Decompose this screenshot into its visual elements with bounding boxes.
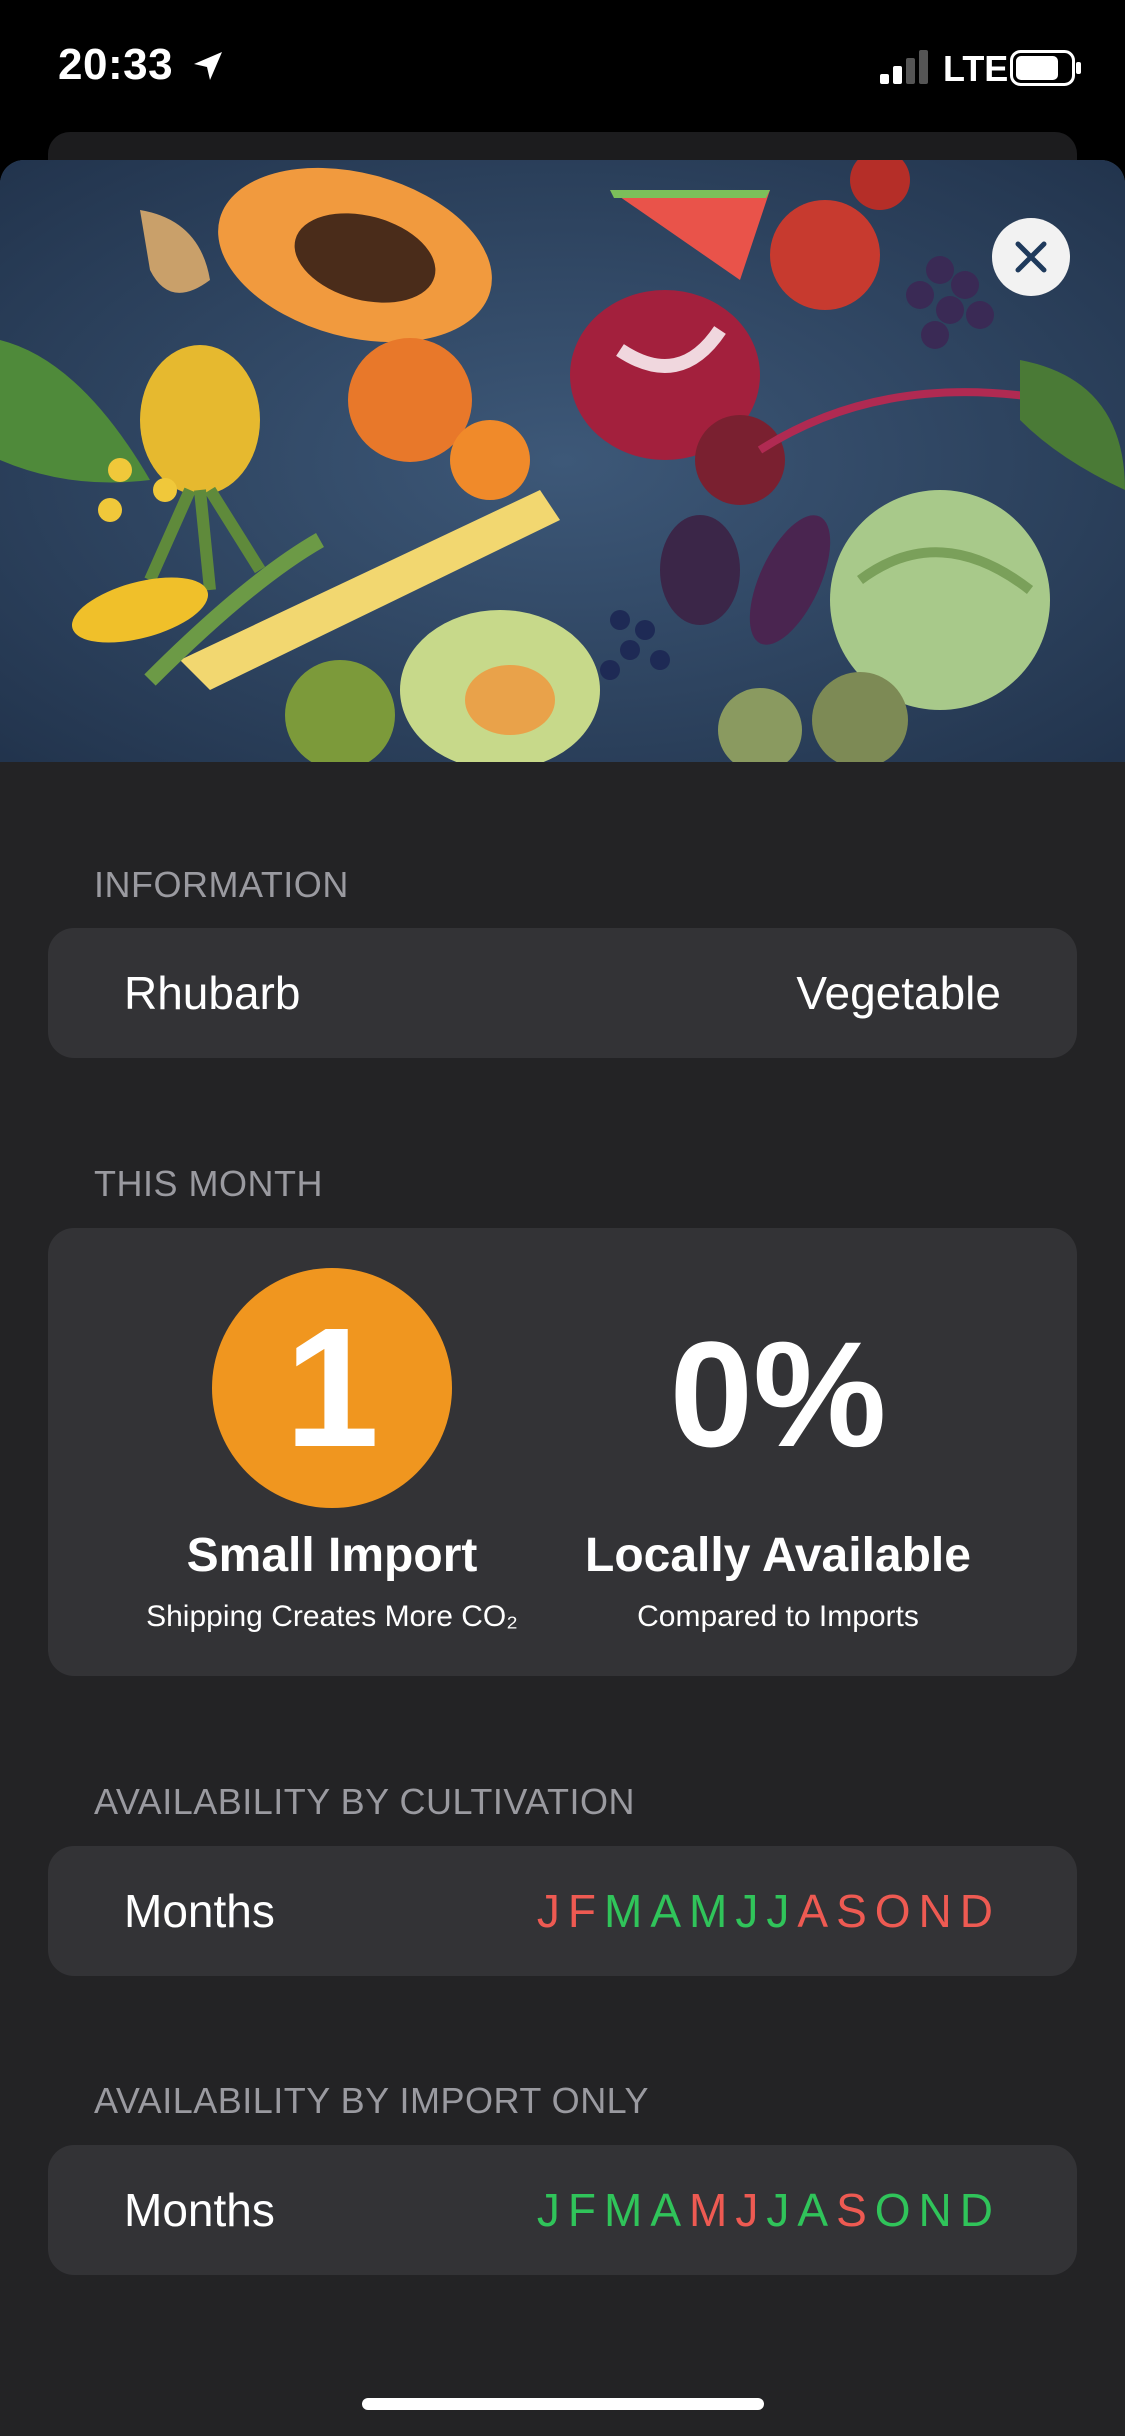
month-letter: F <box>567 2184 605 2236</box>
local-title: Locally Available <box>585 1529 971 1582</box>
import-only-months: JFMAMJJASOND <box>537 2183 1001 2237</box>
local-percent: 0% <box>669 1310 887 1478</box>
cultivation-header: AVAILABILITY BY CULTIVATION <box>94 1781 636 1822</box>
import-subtitle: Shipping Creates More CO₂ <box>146 1600 518 1633</box>
local-subtitle: Compared to Imports <box>637 1600 919 1633</box>
month-letter: O <box>874 1885 919 1937</box>
month-letter: A <box>650 2184 690 2236</box>
import-title: Small Import <box>186 1529 478 1582</box>
month-letter: A <box>797 2184 837 2236</box>
close-button[interactable] <box>992 218 1070 296</box>
cultivation-months: JFMAMJJASOND <box>537 1884 1001 1938</box>
produce-photo <box>0 160 1125 762</box>
month-letter: D <box>959 1885 1001 1937</box>
cultivation-card: Months JFMAMJJASOND <box>48 1846 1077 1976</box>
detail-sheet: INFORMATION Rhubarb Vegetable THIS MONTH… <box>0 160 1125 2436</box>
month-letter: D <box>959 2184 1001 2236</box>
information-header: INFORMATION <box>94 864 349 905</box>
signal-icon <box>880 50 928 84</box>
cultivation-label: Months <box>124 1885 275 1937</box>
this-month-header: THIS MONTH <box>94 1163 323 1204</box>
month-letter: A <box>650 1885 690 1937</box>
import-only-label: Months <box>124 2184 275 2236</box>
month-letter: J <box>766 1885 798 1937</box>
close-icon <box>1015 241 1047 273</box>
import-rating-badge: 1 <box>212 1268 452 1508</box>
month-letter: S <box>836 2184 875 2236</box>
month-letter: J <box>735 2184 767 2236</box>
this-month-card: 1 0% Small Import Shipping Creates More … <box>48 1228 1077 1676</box>
import-only-header: AVAILABILITY BY IMPORT ONLY <box>94 2080 650 2121</box>
produce-name: Rhubarb <box>124 967 301 1019</box>
month-letter: S <box>836 1885 875 1937</box>
month-letter: M <box>604 1885 651 1937</box>
produce-category: Vegetable <box>796 967 1001 1019</box>
month-letter: F <box>567 1885 605 1937</box>
month-letter: J <box>766 2184 798 2236</box>
home-indicator[interactable] <box>362 2398 764 2410</box>
battery-icon <box>1010 50 1081 86</box>
month-letter: N <box>918 2184 960 2236</box>
location-arrow-icon <box>194 52 222 80</box>
month-letter: J <box>536 2184 568 2236</box>
month-letter: A <box>797 1885 837 1937</box>
status-time: 20:33 <box>58 40 174 89</box>
month-letter: J <box>536 1885 568 1937</box>
status-bar: 20:33 LTE <box>0 0 1125 135</box>
month-letter: J <box>735 1885 767 1937</box>
import-only-card: Months JFMAMJJASOND <box>48 2145 1077 2275</box>
network-label: LTE <box>943 48 1009 89</box>
month-letter: M <box>689 1885 736 1937</box>
month-letter: N <box>918 1885 960 1937</box>
month-letter: O <box>874 2184 919 2236</box>
month-letter: M <box>689 2184 736 2236</box>
information-card: Rhubarb Vegetable <box>48 928 1077 1058</box>
month-letter: M <box>604 2184 651 2236</box>
